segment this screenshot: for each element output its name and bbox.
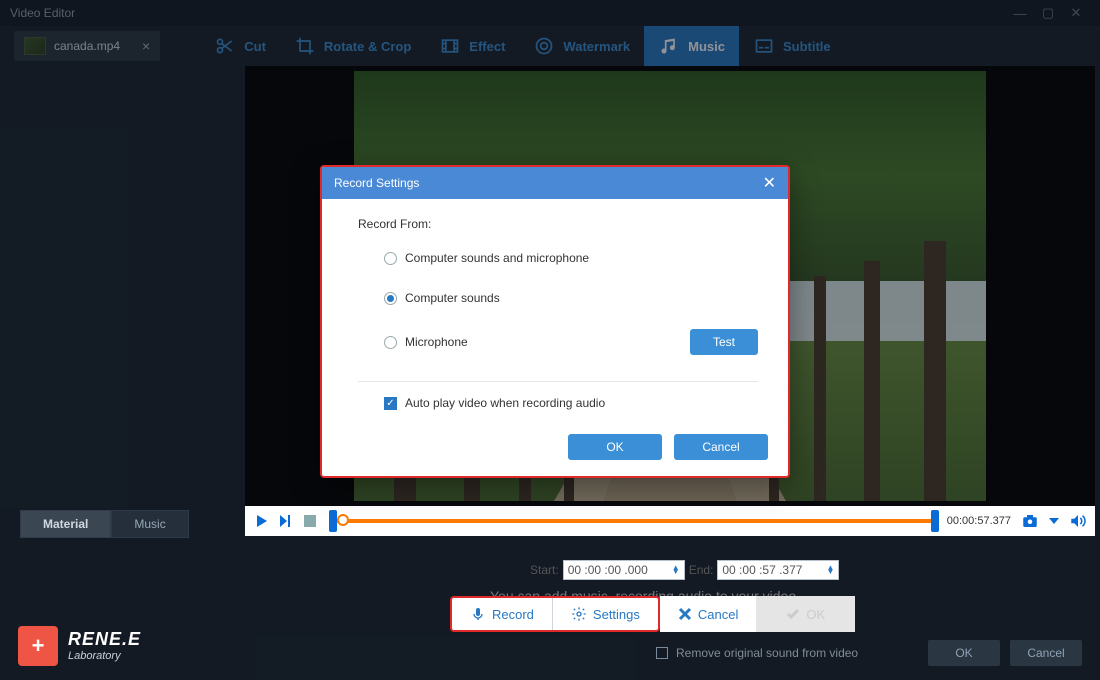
cancel-button[interactable]: Cancel: [660, 596, 756, 632]
remove-sound-row[interactable]: Remove original sound from video: [656, 646, 858, 660]
logo-name: RENE.E: [68, 630, 141, 650]
logo-mark-icon: [18, 626, 58, 666]
logo-sub: Laboratory: [68, 650, 141, 662]
footer-buttons: OK Cancel: [928, 640, 1082, 666]
timecode: 00:00:57.377: [947, 515, 1011, 527]
ok-button-disabled: OK: [756, 596, 855, 632]
spinner-icon[interactable]: ▲▼: [672, 566, 680, 574]
tab-material[interactable]: Material: [20, 510, 111, 538]
autoplay-row[interactable]: ✓ Auto play video when recording audio: [384, 396, 758, 410]
footer-cancel-button[interactable]: Cancel: [1010, 640, 1082, 666]
divider: [358, 381, 758, 382]
close-window-button[interactable]: ✕: [1062, 5, 1090, 21]
timeline-end-handle[interactable]: [931, 510, 939, 532]
player-bar: 00:00:57.377: [245, 506, 1095, 536]
radio-icon[interactable]: [384, 252, 397, 265]
minimize-button[interactable]: —: [1006, 6, 1034, 21]
volume-icon[interactable]: [1067, 510, 1089, 532]
crop-icon: [294, 35, 316, 57]
top-bar: canada.mp4 × Cut Rotate & Crop Effect: [0, 26, 1100, 66]
file-tab[interactable]: canada.mp4 ×: [14, 31, 160, 61]
stop-icon[interactable]: [299, 510, 321, 532]
watermark-button[interactable]: Watermark: [519, 26, 644, 66]
radio-option-microphone[interactable]: Microphone: [384, 333, 468, 351]
step-forward-icon[interactable]: [275, 510, 297, 532]
dialog-titlebar[interactable]: Record Settings ✕: [322, 167, 788, 199]
music-button[interactable]: Music: [644, 26, 739, 66]
footer-ok-button[interactable]: OK: [928, 640, 1000, 666]
dialog-ok-button[interactable]: OK: [568, 434, 662, 460]
check-icon: [786, 607, 800, 621]
radio-icon[interactable]: [384, 292, 397, 305]
timeline-track[interactable]: [337, 519, 931, 523]
scissors-icon: [214, 35, 236, 57]
tab-music[interactable]: Music: [111, 510, 188, 538]
autoplay-checkbox[interactable]: ✓: [384, 397, 397, 410]
gear-icon: [571, 606, 587, 622]
action-row: Record Settings Cancel OK: [450, 596, 855, 632]
remove-sound-checkbox[interactable]: [656, 647, 668, 659]
autoplay-label: Auto play video when recording audio: [405, 396, 605, 410]
radio-option-both[interactable]: Computer sounds and microphone: [384, 249, 758, 267]
rotate-crop-button[interactable]: Rotate & Crop: [280, 26, 425, 66]
close-tab-icon[interactable]: ×: [142, 38, 150, 54]
toolbar: Cut Rotate & Crop Effect Watermark Music: [200, 26, 844, 66]
remove-sound-label: Remove original sound from video: [676, 646, 858, 660]
brand-logo: RENE.E Laboratory: [18, 626, 141, 666]
timeline[interactable]: [323, 506, 945, 536]
test-button[interactable]: Test: [690, 329, 758, 355]
file-name: canada.mp4: [54, 39, 120, 53]
start-time-input[interactable]: 00 :00 :00 .000 ▲▼: [563, 560, 685, 580]
microphone-icon: [470, 606, 486, 622]
subtitle-button[interactable]: Subtitle: [739, 26, 845, 66]
maximize-button[interactable]: ▢: [1034, 5, 1062, 21]
watermark-icon: [533, 35, 555, 57]
snapshot-icon[interactable]: [1019, 510, 1041, 532]
dialog-cancel-button[interactable]: Cancel: [674, 434, 768, 460]
start-label: Start:: [530, 563, 559, 577]
dialog-title: Record Settings: [334, 176, 419, 190]
effect-button[interactable]: Effect: [425, 26, 519, 66]
app-title: Video Editor: [10, 6, 75, 20]
end-time-input[interactable]: 00 :00 :57 .377 ▲▼: [717, 560, 839, 580]
play-icon[interactable]: [251, 510, 273, 532]
film-icon: [439, 35, 461, 57]
cross-icon: [678, 607, 692, 621]
time-range-controls: Start: 00 :00 :00 .000 ▲▼ End: 00 :00 :5…: [530, 560, 839, 580]
highlighted-action-group: Record Settings: [450, 596, 660, 632]
spinner-icon[interactable]: ▲▼: [826, 566, 834, 574]
chevron-down-icon[interactable]: [1043, 510, 1065, 532]
timeline-playhead[interactable]: [337, 514, 349, 526]
record-from-label: Record From:: [358, 217, 758, 231]
subtitle-icon: [753, 35, 775, 57]
record-button[interactable]: Record: [452, 598, 553, 630]
sidebar-tabs: Material Music: [20, 510, 189, 538]
file-thumbnail: [24, 37, 46, 55]
record-settings-dialog: Record Settings ✕ Record From: Computer …: [320, 165, 790, 478]
dialog-close-icon[interactable]: ✕: [763, 173, 776, 193]
radio-option-computer-sounds[interactable]: Computer sounds: [384, 289, 758, 307]
window-titlebar: Video Editor — ▢ ✕: [0, 0, 1100, 26]
settings-button[interactable]: Settings: [553, 598, 658, 630]
cut-button[interactable]: Cut: [200, 26, 280, 66]
radio-icon[interactable]: [384, 336, 397, 349]
timeline-start-handle[interactable]: [329, 510, 337, 532]
end-label: End:: [689, 563, 714, 577]
music-note-icon: [658, 35, 680, 57]
